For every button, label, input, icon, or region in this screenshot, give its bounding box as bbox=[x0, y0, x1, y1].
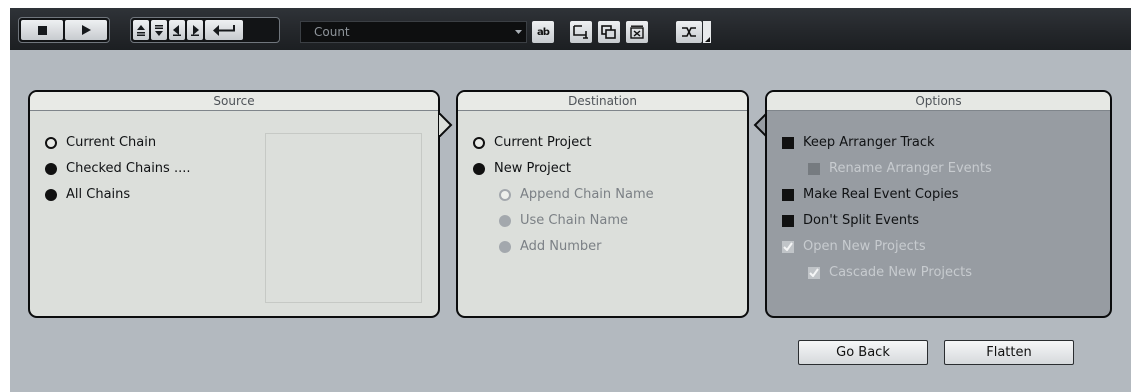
return-button[interactable] bbox=[205, 20, 243, 40]
source-panel: Source Current Chain Checked Chains ....… bbox=[28, 90, 440, 318]
move-down-button[interactable] bbox=[151, 20, 167, 40]
transport-group bbox=[18, 17, 110, 43]
return-arrow-icon bbox=[213, 24, 235, 36]
chevron-down-icon bbox=[515, 30, 522, 34]
option-dont-split-events[interactable]: Don't Split Events bbox=[782, 213, 919, 228]
next-button[interactable] bbox=[187, 20, 203, 40]
option-label: New Project bbox=[494, 161, 571, 176]
radio-icon bbox=[499, 214, 511, 227]
prev-button[interactable] bbox=[169, 20, 185, 40]
count-dropdown-value: Count bbox=[314, 25, 350, 39]
option-label: Rename Arranger Events bbox=[829, 161, 992, 176]
corner-triangle-icon bbox=[705, 37, 710, 42]
radio-icon bbox=[473, 136, 485, 149]
rename-button[interactable]: ab bbox=[532, 21, 554, 43]
option-label: Use Chain Name bbox=[520, 213, 629, 228]
flatten-button[interactable]: Flatten bbox=[944, 340, 1074, 365]
toolbar: Count ab bbox=[10, 8, 1131, 50]
option-label: Current Project bbox=[494, 135, 592, 150]
chain-flatten-window: Count ab Source Current Chain Checked Ch… bbox=[10, 8, 1131, 392]
go-back-button[interactable]: Go Back bbox=[798, 340, 928, 365]
move-up-icon bbox=[137, 24, 145, 36]
destination-title: Destination bbox=[458, 92, 747, 111]
option-label: Open New Projects bbox=[803, 239, 926, 254]
option-label: Append Chain Name bbox=[520, 187, 654, 202]
delete-box-icon bbox=[630, 25, 644, 39]
option-label: Current Chain bbox=[66, 135, 157, 150]
option-keep-arranger-track[interactable]: Keep Arranger Track bbox=[782, 135, 935, 150]
option-label: Make Real Event Copies bbox=[803, 187, 959, 202]
option-rename-arranger-events[interactable]: Rename Arranger Events bbox=[808, 161, 992, 176]
options-title: Options bbox=[767, 92, 1110, 111]
source-option-all-chains[interactable]: All Chains bbox=[45, 187, 130, 202]
move-down-icon bbox=[155, 24, 163, 36]
copy-button[interactable] bbox=[598, 21, 620, 43]
dest-sub-add-number[interactable]: Add Number bbox=[499, 239, 602, 254]
option-make-real-event-copies[interactable]: Make Real Event Copies bbox=[782, 187, 959, 202]
dest-option-current-project[interactable]: Current Project bbox=[473, 135, 591, 150]
option-cascade-new-projects[interactable]: Cascade New Projects bbox=[808, 265, 972, 280]
source-option-current-chain[interactable]: Current Chain bbox=[45, 135, 156, 150]
prev-icon bbox=[173, 24, 181, 36]
source-option-checked-chains[interactable]: Checked Chains .... bbox=[45, 161, 190, 176]
next-icon bbox=[191, 24, 199, 36]
checkmark-icon bbox=[782, 240, 794, 253]
destination-panel: Destination Current Project New Project … bbox=[456, 90, 749, 318]
checkbox-icon bbox=[782, 136, 794, 149]
destination-panel-box: Destination Current Project New Project … bbox=[456, 90, 749, 318]
select-range-icon bbox=[573, 25, 588, 39]
option-label: Cascade New Projects bbox=[829, 265, 973, 280]
count-dropdown[interactable]: Count bbox=[300, 21, 527, 43]
option-label: Don't Split Events bbox=[803, 213, 919, 228]
option-label: All Chains bbox=[66, 187, 131, 202]
checkbox-icon bbox=[782, 188, 794, 201]
dest-option-new-project[interactable]: New Project bbox=[473, 161, 571, 176]
radio-icon bbox=[45, 136, 57, 149]
radio-icon bbox=[499, 188, 511, 201]
move-up-button[interactable] bbox=[133, 20, 149, 40]
options-panel: Options Keep Arranger Track Rename Arran… bbox=[765, 90, 1112, 318]
settings-dropdown[interactable] bbox=[703, 21, 711, 43]
options-panel-box: Options Keep Arranger Track Rename Arran… bbox=[765, 90, 1112, 318]
delete-button[interactable] bbox=[626, 21, 648, 43]
option-label: Keep Arranger Track bbox=[803, 135, 935, 150]
stop-button[interactable] bbox=[21, 20, 63, 40]
play-button[interactable] bbox=[65, 20, 107, 40]
navigation-group bbox=[130, 17, 280, 43]
source-title: Source bbox=[30, 92, 438, 111]
chain-preview-box bbox=[265, 133, 422, 303]
connector-arrow-icon bbox=[439, 113, 453, 137]
option-label: Add Number bbox=[520, 239, 602, 254]
copy-icon bbox=[601, 25, 616, 39]
radio-icon bbox=[45, 162, 57, 175]
radio-icon bbox=[473, 162, 485, 175]
rename-icon: ab bbox=[537, 26, 550, 38]
checkbox-icon bbox=[782, 214, 794, 227]
radio-icon bbox=[45, 188, 57, 201]
select-range-button[interactable] bbox=[570, 21, 592, 43]
option-label: Checked Chains .... bbox=[66, 161, 191, 176]
settings-button[interactable] bbox=[676, 21, 702, 43]
source-panel-box: Source Current Chain Checked Chains ....… bbox=[28, 90, 440, 318]
dest-sub-append-chain-name[interactable]: Append Chain Name bbox=[499, 187, 654, 202]
option-open-new-projects[interactable]: Open New Projects bbox=[782, 239, 926, 254]
dest-sub-use-chain-name[interactable]: Use Chain Name bbox=[499, 213, 628, 228]
shuffle-icon bbox=[682, 27, 696, 37]
checkbox-icon bbox=[808, 162, 820, 175]
play-icon bbox=[81, 25, 91, 35]
checkmark-icon bbox=[808, 266, 820, 279]
radio-icon bbox=[499, 240, 511, 253]
stop-icon bbox=[37, 25, 47, 35]
